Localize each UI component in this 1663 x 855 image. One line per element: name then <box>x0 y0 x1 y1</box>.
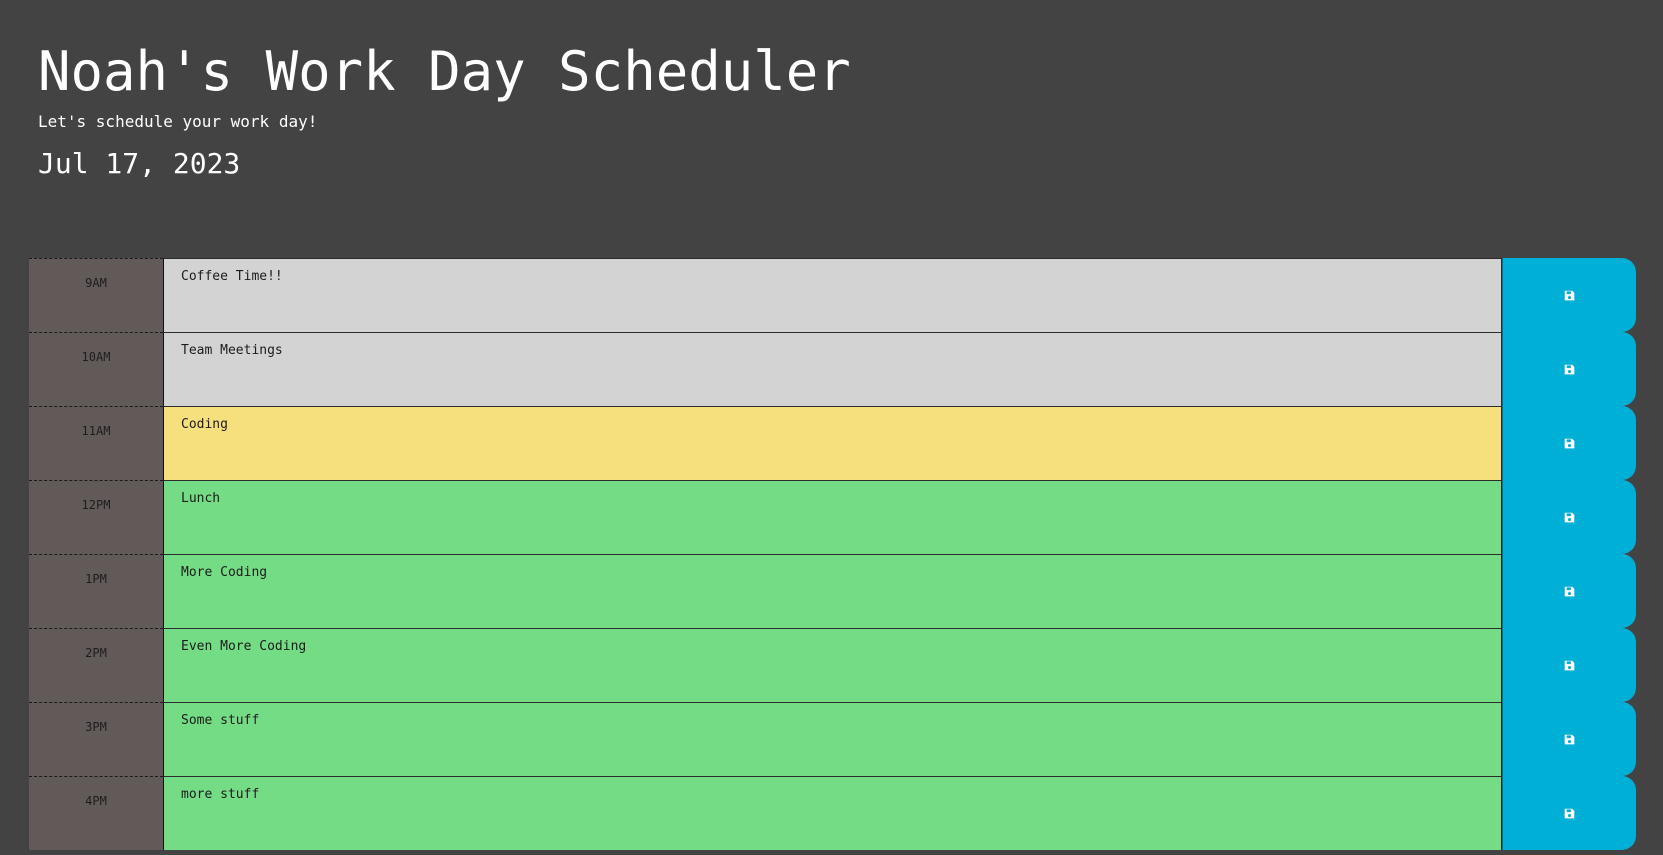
page-header: Noah's Work Day Scheduler Let's schedule… <box>38 36 851 182</box>
hour-label: 12PM <box>29 480 163 554</box>
hour-label: 9AM <box>29 258 163 332</box>
schedule-container: 9AM Coffee Time!! 10AM Team Meetings 11A… <box>29 258 1636 850</box>
time-block-row: 2PM Even More Coding <box>29 628 1636 702</box>
save-button[interactable] <box>1502 702 1636 776</box>
event-description-input[interactable]: more stuff <box>163 776 1502 850</box>
time-block-row: 11AM Coding <box>29 406 1636 480</box>
event-description-input[interactable]: Some stuff <box>163 702 1502 776</box>
save-icon <box>1564 438 1575 448</box>
save-icon <box>1564 364 1575 374</box>
time-block-row: 12PM Lunch <box>29 480 1636 554</box>
event-description-input[interactable]: Even More Coding <box>163 628 1502 702</box>
save-icon <box>1564 808 1575 818</box>
event-description-input[interactable]: Team Meetings <box>163 332 1502 406</box>
save-button[interactable] <box>1502 554 1636 628</box>
save-button[interactable] <box>1502 628 1636 702</box>
hour-label: 4PM <box>29 776 163 850</box>
time-block-row: 10AM Team Meetings <box>29 332 1636 406</box>
save-button[interactable] <box>1502 332 1636 406</box>
hour-label: 11AM <box>29 406 163 480</box>
time-block-row: 4PM more stuff <box>29 776 1636 850</box>
current-date: Jul 17, 2023 <box>38 147 241 180</box>
event-description-input[interactable]: Coffee Time!! <box>163 258 1502 332</box>
hour-label: 2PM <box>29 628 163 702</box>
event-description-input[interactable]: More Coding <box>163 554 1502 628</box>
time-block-row: 3PM Some stuff <box>29 702 1636 776</box>
save-icon <box>1564 734 1575 744</box>
save-button[interactable] <box>1502 406 1636 480</box>
page-title: Noah's Work Day Scheduler <box>38 40 851 103</box>
event-description-input[interactable]: Lunch <box>163 480 1502 554</box>
hour-label: 3PM <box>29 702 163 776</box>
save-button[interactable] <box>1502 776 1636 850</box>
save-button[interactable] <box>1502 480 1636 554</box>
event-description-input[interactable]: Coding <box>163 406 1502 480</box>
save-button[interactable] <box>1502 258 1636 332</box>
page-subtitle: Let's schedule your work day! <box>38 112 318 131</box>
save-icon <box>1564 586 1575 596</box>
save-icon <box>1564 290 1575 300</box>
hour-label: 1PM <box>29 554 163 628</box>
scheduler-page: Noah's Work Day Scheduler Let's schedule… <box>0 0 1663 855</box>
hour-label: 10AM <box>29 332 163 406</box>
save-icon <box>1564 660 1575 670</box>
time-block-row: 1PM More Coding <box>29 554 1636 628</box>
time-block-row: 9AM Coffee Time!! <box>29 258 1636 332</box>
save-icon <box>1564 512 1575 522</box>
